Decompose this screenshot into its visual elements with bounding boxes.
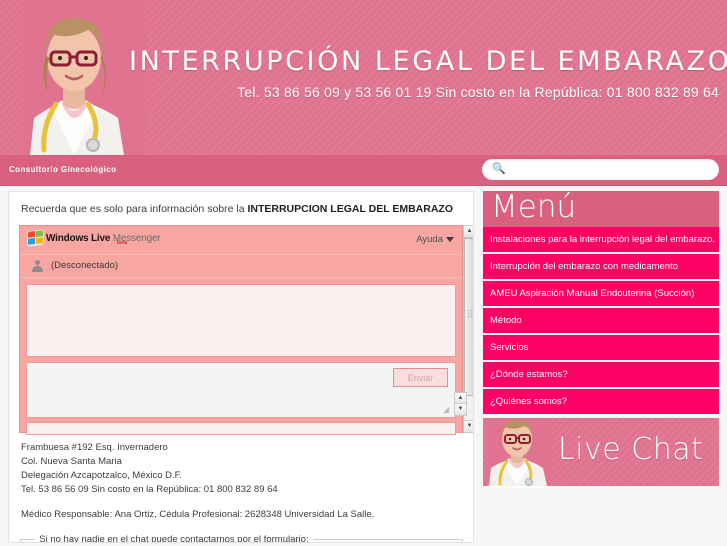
sidebar-item-label: Servicios <box>490 342 529 353</box>
outer-scroll-buttons[interactable]: ▲ ▼ <box>454 392 467 416</box>
address-line-1: Frambuesa #192 Esq. Invernadero <box>21 442 168 453</box>
search-box[interactable]: 🔍 <box>482 159 719 182</box>
address-line-4: Tel. 53 86 56 09 Sin costo en la Repúbli… <box>21 484 278 495</box>
sidebar-item-label: Método <box>490 315 522 326</box>
chat-message-input[interactable] <box>27 363 455 417</box>
search-input[interactable] <box>506 159 714 182</box>
messenger-header: Windows Live Messenger beta Ayuda <box>20 226 462 255</box>
windows-flag-icon <box>28 230 43 246</box>
chat-compose-area: Enviar ◢ <box>26 362 456 418</box>
chevron-down-icon <box>446 236 454 242</box>
outer-scroll-down-icon[interactable]: ▼ <box>455 403 466 415</box>
scrollbar-grip-icon <box>467 309 473 319</box>
menu-header: Menú <box>483 189 719 227</box>
messenger-logo: Windows Live Messenger <box>28 230 161 246</box>
messenger-body: Enviar ◢ <box>20 278 462 441</box>
sidebar-item-label: ¿Quiénes somos? <box>490 396 568 407</box>
hero-text-block: Interrupción legal del embarazo Tel. 53 … <box>129 46 727 100</box>
help-label: Ayuda <box>416 234 443 245</box>
hero-subtitle: Tel. 53 86 56 09 y 53 56 01 19 Sin costo… <box>237 84 719 100</box>
user-avatar-icon <box>32 260 43 273</box>
help-dropdown[interactable]: Ayuda <box>416 234 454 245</box>
sidebar-item-donde-estamos[interactable]: ¿Dónde estamos? <box>483 362 719 387</box>
sidebar-item-ameu[interactable]: AMEU Aspiración Manual Endouterina (Succ… <box>483 281 719 306</box>
search-icon: 🔍 <box>492 163 506 175</box>
intro-prefix: Recuerda que es solo para información so… <box>21 203 248 215</box>
main-content-column: Recuerda que es solo para información so… <box>8 191 474 543</box>
contact-form-legend: Si no hay nadie en el chat puede contact… <box>39 534 309 543</box>
sidebar-item-label: Instalaciones para la interrupción legal… <box>490 234 715 245</box>
address-line-3: Delegación Azcapotzalco, México D.F. <box>21 470 183 481</box>
sidebar-item-label: Interrupción del embarazo con medicament… <box>490 261 678 272</box>
sidebar-item-label: ¿Dónde estamos? <box>490 369 568 380</box>
navbar: Consultorio Ginecológico 🔍 <box>0 155 727 186</box>
intro-strong: INTERRUPCION LEGAL DEL EMBARAZO <box>247 203 454 215</box>
messenger-widget: Windows Live Messenger beta Ayuda (Desco… <box>19 225 473 435</box>
site-brand: Consultorio Ginecológico <box>9 165 117 174</box>
live-chat-doctor-photo <box>489 418 551 486</box>
hero-title: Interrupción legal del embarazo <box>129 46 727 77</box>
sidebar-item-quienes-somos[interactable]: ¿Quiénes somos? <box>483 389 719 414</box>
messenger-brand-bold: Windows Live <box>46 232 113 244</box>
sidebar: Menú Instalaciones para la interrupción … <box>483 189 719 488</box>
connection-status: (Desconectado) <box>51 260 119 271</box>
address-block: Frambuesa #192 Esq. Invernadero Col. Nue… <box>21 441 473 497</box>
sidebar-item-metodo[interactable]: Método <box>483 308 719 333</box>
sidebar-item-instalaciones[interactable]: Instalaciones para la interrupción legal… <box>483 227 719 252</box>
intro-text: Recuerda que es solo para información so… <box>21 203 473 215</box>
hero-banner: Interrupción legal del embarazo Tel. 53 … <box>0 0 727 155</box>
messenger-status-row: (Desconectado) <box>20 255 462 278</box>
scrollbar-thumb[interactable] <box>464 238 473 396</box>
menu-title: Menú <box>491 189 577 225</box>
messenger-footer-bar <box>26 422 456 435</box>
contact-form-fieldset: Si no hay nadie en el chat puede contact… <box>20 534 463 543</box>
scroll-up-icon[interactable]: ▲ <box>464 226 473 238</box>
responsible-doctor-text: Médico Responsable: Ana Ortiz, Cédula Pr… <box>21 509 375 520</box>
messenger-beta-badge: beta <box>117 240 128 246</box>
sidebar-item-label: AMEU Aspiración Manual Endouterina (Succ… <box>490 288 695 299</box>
send-button[interactable]: Enviar <box>393 368 448 387</box>
messenger-wordmark: Windows Live Messenger <box>46 232 161 244</box>
chat-log-area[interactable] <box>26 284 456 357</box>
live-chat-label: Live Chat <box>558 432 704 467</box>
scroll-down-icon[interactable]: ▼ <box>464 420 473 432</box>
sidebar-item-servicios[interactable]: Servicios <box>483 335 719 360</box>
page-body: Recuerda que es solo para información so… <box>0 186 727 546</box>
sidebar-item-medicamento[interactable]: Interrupción del embarazo con medicament… <box>483 254 719 279</box>
resize-grip-icon[interactable]: ◢ <box>443 406 451 414</box>
address-line-2: Col. Nueva Santa Maria <box>21 456 122 467</box>
live-chat-banner[interactable]: Live Chat <box>483 418 719 488</box>
